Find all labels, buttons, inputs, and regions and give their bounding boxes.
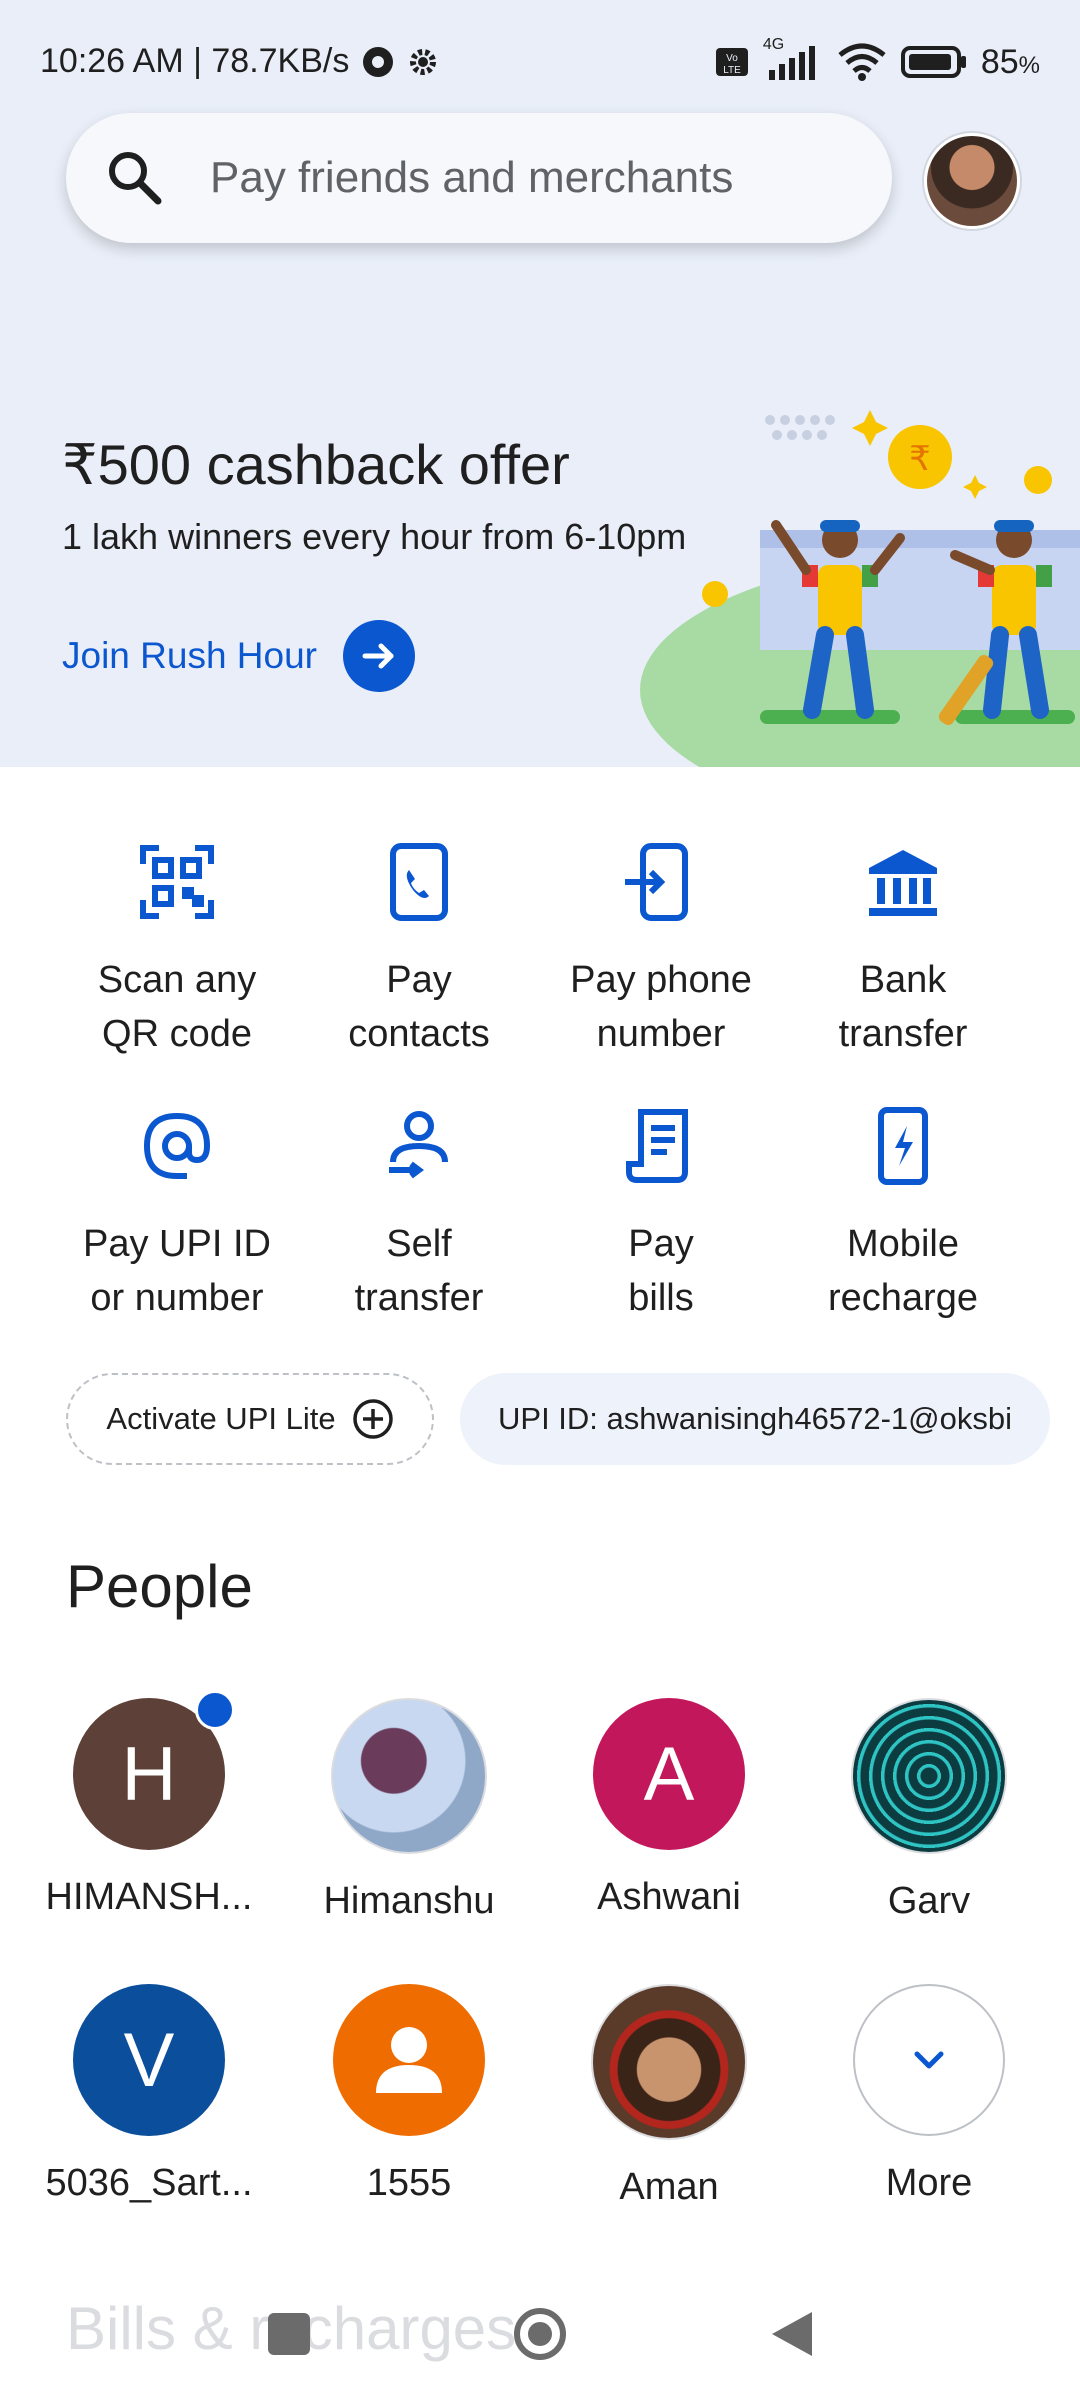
action-label-line1: Pay <box>386 959 452 1001</box>
action-label-line2: QR code <box>102 1013 252 1055</box>
avatar: H <box>73 1690 235 1850</box>
search-icon <box>109 152 162 205</box>
action-self-transfer[interactable]: Self transfer <box>298 1106 540 1325</box>
more-people-button[interactable]: More <box>804 1984 1054 2205</box>
promo-link-label: Join Rush Hour <box>62 635 318 676</box>
action-pay-bills[interactable]: Pay bills <box>540 1106 782 1325</box>
svg-text:LTE: LTE <box>723 65 741 76</box>
add-circle-icon <box>352 1399 393 1439</box>
at-icon <box>143 1112 211 1179</box>
action-label-line1: Pay UPI ID <box>83 1223 271 1265</box>
person-name: HIMANSH... <box>45 1876 253 1918</box>
upi-id-chip[interactable]: UPI ID: ashwanisingh46572-1@oksbi <box>460 1373 1050 1465</box>
person-name: Garv <box>887 1880 971 1922</box>
status-time: 10:26 AM | 78.7KB/s <box>40 42 350 80</box>
signal-icon: 4G <box>763 36 823 82</box>
bank-icon <box>869 850 937 916</box>
action-label-line2: recharge <box>828 1277 978 1319</box>
action-label-line2: bills <box>628 1277 694 1319</box>
action-label-line1: Pay phone <box>570 959 752 1001</box>
self-transfer-icon <box>389 1111 448 1179</box>
bill-icon <box>626 1109 688 1183</box>
person-name: 5036_Sart... <box>45 2162 253 2204</box>
svg-text:₹: ₹ <box>909 440 931 478</box>
status-bar: 10:26 AM | 78.7KB/s Vo LTE 4G 85% <box>40 36 1040 88</box>
action-label-line2: or number <box>90 1277 264 1319</box>
person-aman[interactable]: Aman <box>544 1984 794 2209</box>
svg-text:Vo: Vo <box>726 53 738 64</box>
person-5036-sart[interactable]: V 5036_Sart... <box>24 1984 274 2205</box>
action-pay-phone[interactable]: Pay phone number <box>540 842 782 1061</box>
more-circle <box>853 1984 1005 2136</box>
chevron-down-icon <box>914 2051 944 2069</box>
mobile-recharge-icon <box>878 1107 928 1185</box>
wifi-icon <box>838 43 886 81</box>
person-name: Himanshu <box>323 1880 495 1922</box>
arrow-right-icon <box>343 620 416 692</box>
avatar-initial: H <box>121 1731 177 1817</box>
upi-id-text: UPI ID: ashwanisingh46572-1@oksbi <box>498 1401 1012 1436</box>
avatar <box>851 1698 1007 1854</box>
person-name: Ashwani <box>597 1876 741 1918</box>
back-button[interactable] <box>768 2308 816 2360</box>
action-label-line1: Pay <box>628 1223 694 1265</box>
search-placeholder: Pay friends and merchants <box>210 153 734 202</box>
avatar: V <box>73 1984 225 2136</box>
contacts-phone-icon <box>390 843 448 921</box>
activate-upi-lite-button[interactable]: Activate UPI Lite <box>66 1373 434 1465</box>
battery-level: 85% <box>980 42 1040 81</box>
action-label-line1: Scan any <box>97 959 257 1001</box>
person-garv[interactable]: Garv <box>804 1698 1054 1923</box>
battery-icon <box>900 46 966 78</box>
settings-icon <box>410 48 437 75</box>
avatar-initial: A <box>643 1731 695 1817</box>
avatar <box>333 1984 485 2136</box>
action-label-line2: transfer <box>838 1013 968 1055</box>
promo-title: ₹500 cashback offer <box>62 433 570 496</box>
people-title: People <box>66 1553 253 1620</box>
home-button[interactable] <box>512 2306 568 2362</box>
avatar <box>331 1698 487 1854</box>
profile-avatar[interactable] <box>924 133 1020 229</box>
person-ashwani[interactable]: A Ashwani <box>544 1698 794 1919</box>
person-himanshu[interactable]: Himanshu <box>284 1698 534 1923</box>
person-name: More <box>885 2162 973 2204</box>
action-pay-upi-id[interactable]: Pay UPI ID or number <box>56 1106 298 1325</box>
notification-dot <box>195 1690 235 1730</box>
volte-icon: VoLTE <box>715 48 748 76</box>
upi-lite-label: Activate UPI Lite <box>106 1401 336 1436</box>
avatar <box>591 1984 747 2140</box>
search-bar[interactable]: Pay friends and merchants <box>66 113 892 243</box>
action-mobile-recharge[interactable]: Mobile recharge <box>782 1106 1024 1325</box>
cricket-illustration: ₹ <box>640 410 1080 767</box>
action-label-line2: contacts <box>348 1013 490 1055</box>
join-rush-hour-link[interactable]: Join Rush Hour <box>62 620 416 692</box>
avatar-initial: V <box>123 2017 175 2103</box>
action-label-line2: transfer <box>354 1277 484 1319</box>
action-label-line1: Bank <box>859 959 947 1001</box>
avatar: A <box>593 1698 745 1850</box>
action-label-line1: Mobile <box>847 1223 959 1265</box>
action-bank-transfer[interactable]: Bank transfer <box>782 842 1024 1061</box>
person-name: 1555 <box>366 2162 452 2204</box>
person-icon <box>376 2027 442 2093</box>
recents-button[interactable] <box>268 2313 310 2355</box>
qr-scan-icon <box>140 845 214 919</box>
person-himansh[interactable]: H HIMANSH... <box>24 1690 274 1919</box>
action-label-line2: number <box>596 1013 726 1055</box>
person-name: Aman <box>619 2166 719 2208</box>
action-scan-qr[interactable]: Scan any QR code <box>56 842 298 1061</box>
person-1555[interactable]: 1555 <box>284 1984 534 2205</box>
action-pay-contacts[interactable]: Pay contacts <box>298 842 540 1061</box>
browser-icon <box>363 46 394 77</box>
phone-pay-icon <box>625 843 688 921</box>
action-label-line1: Self <box>386 1223 452 1265</box>
